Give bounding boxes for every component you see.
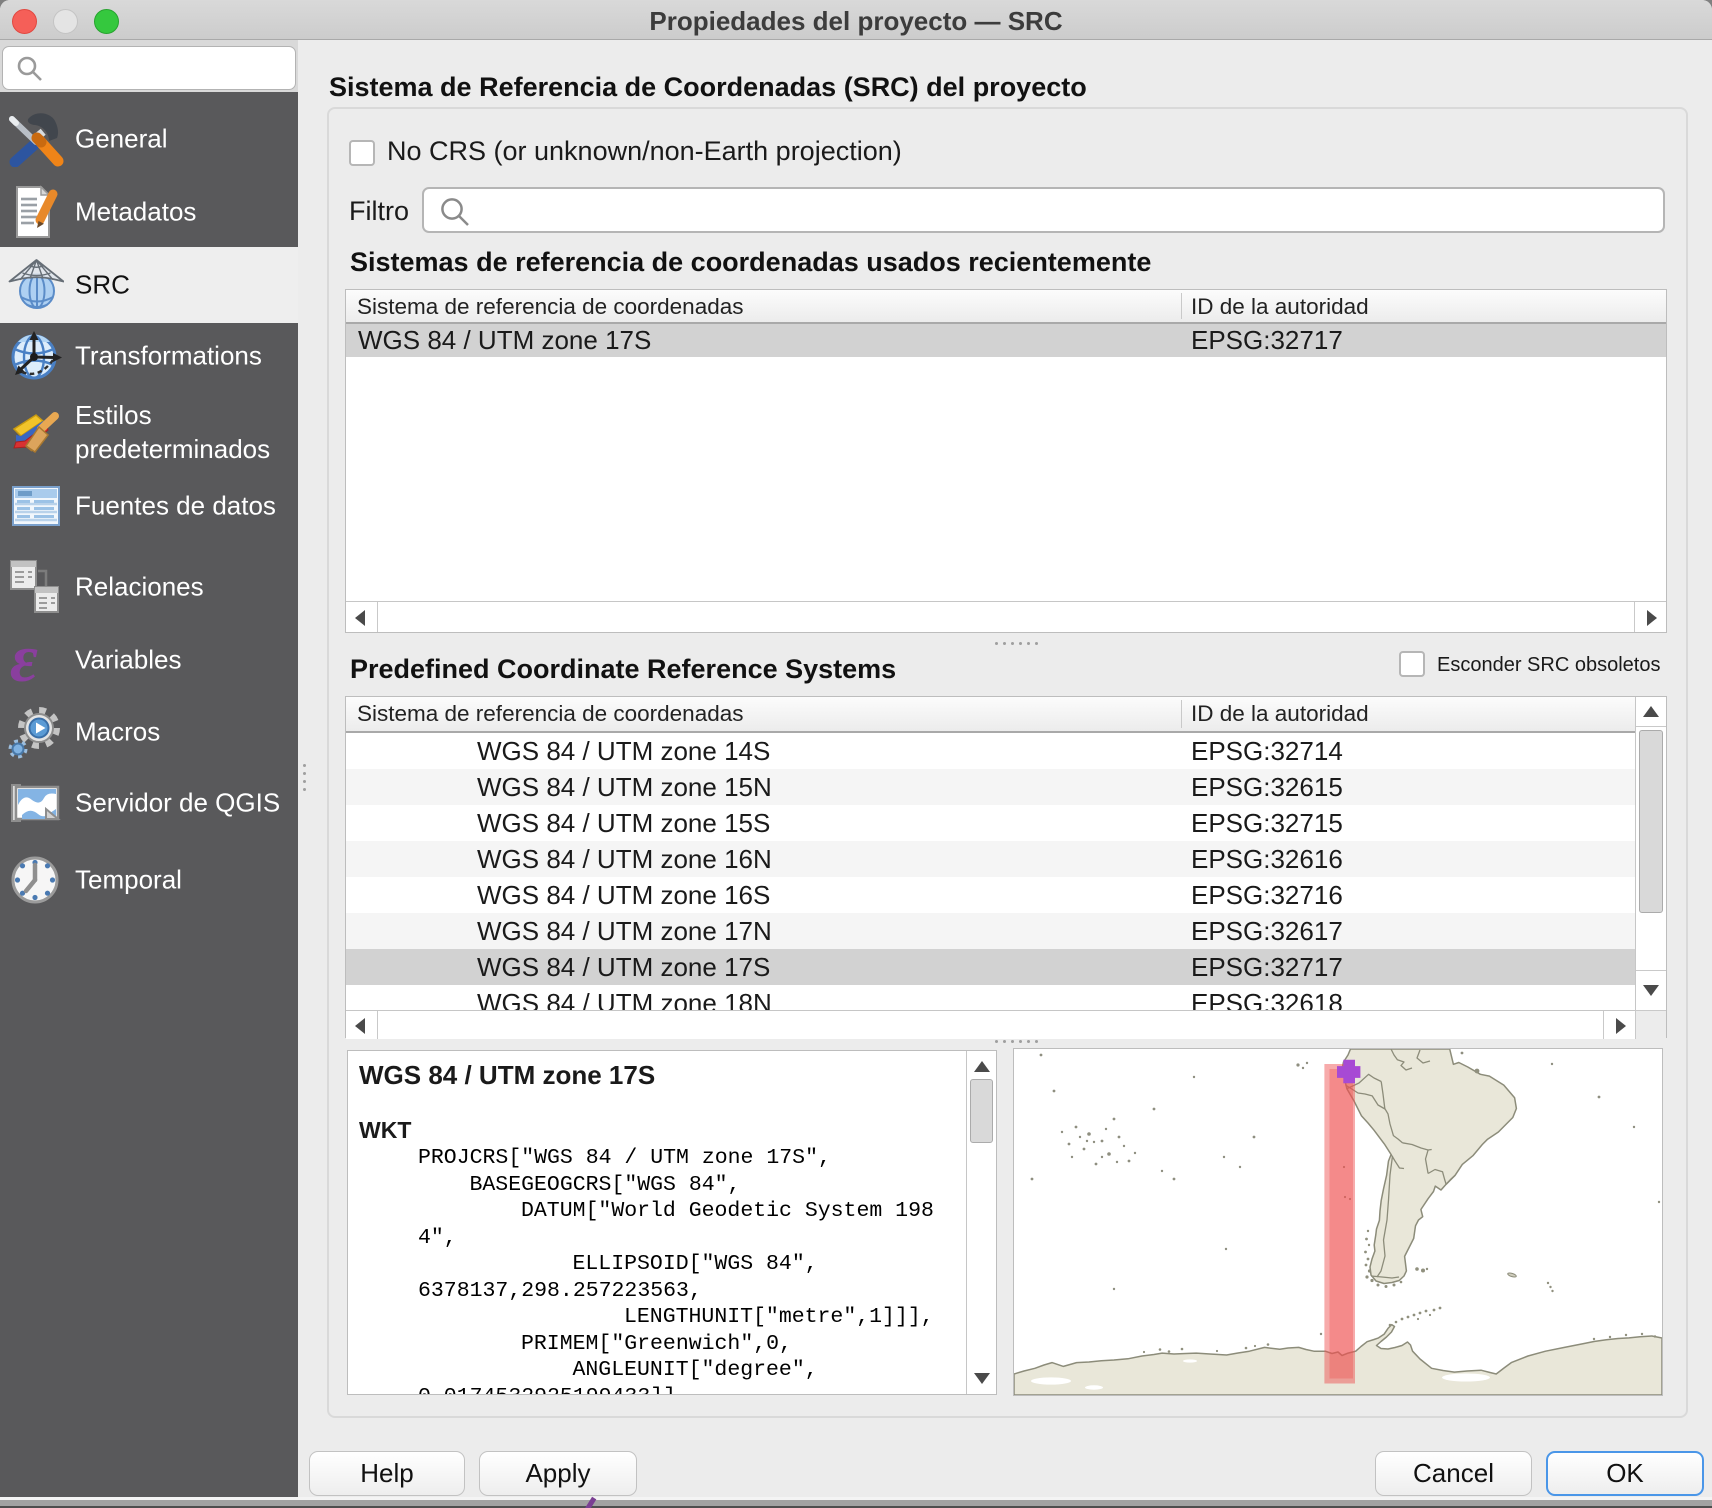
svg-text:ε: ε [10,632,38,688]
